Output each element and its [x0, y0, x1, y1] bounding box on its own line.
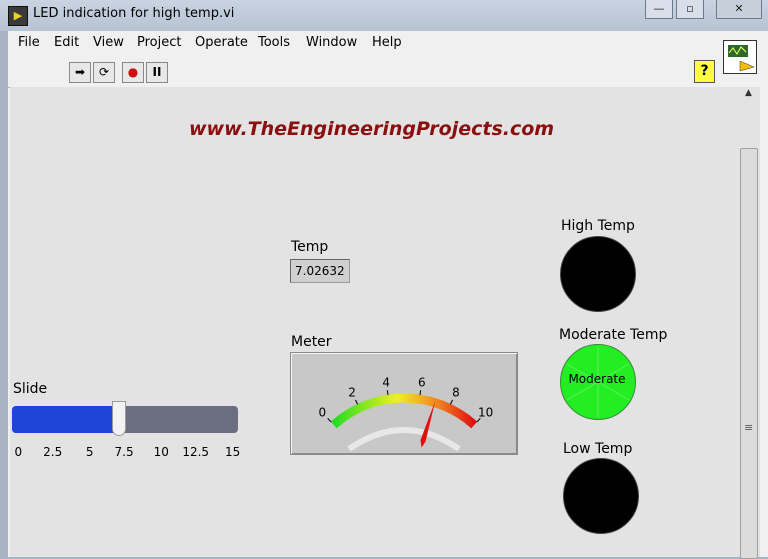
slide-tick-label: 15 — [225, 445, 241, 459]
meter-tick — [449, 399, 453, 405]
meter-tick-label: 10 — [478, 405, 493, 419]
restore-button[interactable]: ▫ — [676, 0, 704, 19]
menu-view[interactable]: View — [93, 35, 124, 50]
toolbar — [8, 53, 760, 88]
scroll-up-arrow-icon[interactable]: ▲ — [745, 88, 752, 98]
slide-label: Slide — [13, 381, 48, 397]
menu-operate[interactable]: Operate — [195, 35, 248, 50]
moderate-led-text: Moderate — [568, 372, 626, 386]
meter-tick-label: 8 — [452, 386, 460, 400]
moderate-temp-label: Moderate Temp — [559, 327, 668, 343]
slide-tick-label: 7.5 — [114, 445, 134, 459]
labview-icon: ▶ — [8, 6, 28, 26]
context-help-button[interactable]: ? — [694, 60, 715, 83]
vi-icon[interactable] — [723, 40, 757, 74]
scroll-thumb[interactable] — [740, 148, 758, 559]
temp-indicator: 7.02632 — [290, 259, 350, 283]
high-temp-led — [560, 236, 636, 312]
menu-project[interactable]: Project — [137, 35, 181, 50]
run-continuously-button[interactable]: ⟳ — [93, 62, 115, 83]
meter-scale-arc — [330, 393, 478, 429]
meter-tick-label: 0 — [319, 405, 327, 419]
close-button[interactable]: ✕ — [716, 0, 762, 19]
slide-tick-label: 2.5 — [43, 445, 63, 459]
meter-label: Meter — [291, 334, 332, 350]
meter-dial: 0 2 4 6 8 10 — [319, 375, 493, 452]
temp-label: Temp — [291, 239, 329, 255]
meter-tick — [386, 390, 389, 396]
low-temp-label: Low Temp — [563, 441, 633, 457]
slide-tick-label: 5 — [85, 445, 94, 459]
menu-edit[interactable]: Edit — [54, 35, 79, 50]
high-temp-label: High Temp — [561, 218, 635, 234]
slide-tick-label: 10 — [153, 445, 169, 459]
meter-tick-label: 6 — [418, 375, 426, 389]
website-label: www.TheEngineeringProjects.com — [189, 118, 555, 140]
waveform-icon — [728, 45, 755, 72]
meter-tick-label: 4 — [382, 375, 390, 389]
menu-tools[interactable]: Tools — [258, 35, 290, 50]
run-button[interactable]: ➡ — [69, 62, 91, 83]
menu-file[interactable]: File — [18, 35, 40, 50]
grip-icon: ≡ — [744, 421, 754, 434]
menu-window[interactable]: Window — [306, 35, 357, 50]
window-title: LED indication for high temp.vi — [33, 6, 235, 21]
meter-hub — [347, 427, 461, 452]
minimize-button[interactable]: — — [645, 0, 673, 19]
slide-tick-label: 12.5 — [182, 445, 210, 459]
abort-button[interactable]: ● — [122, 62, 144, 83]
menu-help[interactable]: Help — [372, 35, 402, 50]
meter-gauge: 0 2 4 6 8 10 — [290, 352, 518, 455]
meter-tick — [355, 399, 359, 405]
meter-tick — [419, 390, 422, 396]
slide-tick-label: 0 — [14, 445, 23, 459]
pause-button[interactable]: II — [146, 62, 168, 83]
meter-tick — [327, 417, 332, 423]
low-temp-led — [563, 458, 639, 534]
meter-needle — [420, 400, 436, 448]
slide-fill — [12, 406, 119, 433]
meter-tick-label: 2 — [348, 386, 356, 400]
slide-thumb[interactable] — [112, 401, 127, 436]
